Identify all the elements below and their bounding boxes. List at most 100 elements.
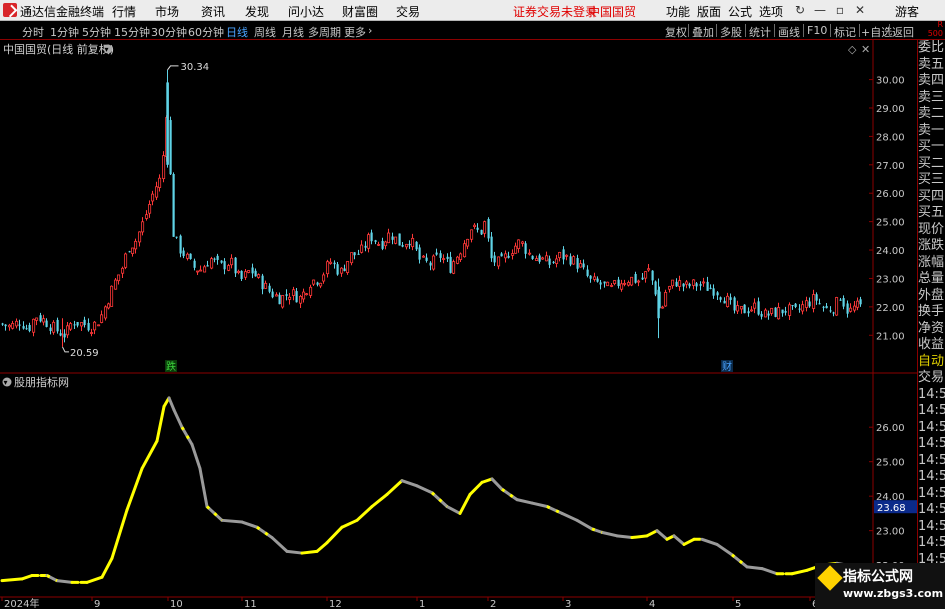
menu-item-functions[interactable]: 功能 — [666, 3, 690, 20]
candle-body — [278, 294, 281, 305]
minimize-icon[interactable]: — — [812, 2, 828, 18]
indicator-segment — [490, 477, 504, 491]
candle-body — [66, 325, 70, 336]
adjust-button[interactable]: 复权 — [665, 24, 687, 40]
candle-body — [620, 283, 624, 290]
trade-login-notice[interactable]: 证券交易未登录 — [513, 3, 597, 20]
statistics-button[interactable]: 统计 — [749, 24, 771, 40]
back-button[interactable]: 返回 — [892, 24, 914, 40]
close-icon[interactable]: ✕ — [852, 2, 868, 18]
candle-body — [394, 236, 398, 244]
date-axis-label: 12 — [329, 599, 342, 609]
multi-stock-button[interactable]: 多股 — [720, 24, 742, 40]
quote-field-label: 收益 — [918, 337, 945, 352]
quote-field-label: 换手 — [918, 304, 945, 319]
candle-body — [401, 245, 404, 247]
menu-item-layout[interactable]: 版面 — [697, 3, 721, 20]
candle-body — [100, 314, 104, 323]
candle-body — [275, 294, 279, 297]
overlay-button[interactable]: 叠加 — [692, 24, 714, 40]
period-daily[interactable]: 日线 — [226, 24, 248, 40]
quote-field-label: 卖二 — [918, 106, 945, 121]
indicator-segment — [325, 525, 344, 545]
period-monthly[interactable]: 月线 — [282, 24, 304, 40]
candle-body — [538, 255, 541, 262]
chevron-right-icon[interactable]: › — [368, 24, 372, 37]
candle-body — [425, 257, 428, 261]
mark-button[interactable]: 标记 — [834, 24, 856, 40]
candle-body — [374, 240, 377, 242]
watermark-title: 指标公式网 — [843, 569, 913, 585]
candle-body — [470, 229, 474, 240]
restore-icon[interactable]: ▫ — [832, 2, 848, 18]
candle-body — [121, 267, 125, 274]
period-1min[interactable]: 1分钟 — [50, 24, 79, 40]
candle-body — [69, 323, 73, 330]
candle-body — [45, 320, 48, 327]
candle-body — [637, 280, 641, 283]
indicator-segment — [220, 518, 244, 524]
collapse-icon[interactable]: ◇ — [848, 43, 857, 56]
candle-body — [452, 261, 456, 274]
add-watchlist-button[interactable]: +自选 — [861, 24, 892, 40]
menu-item-ask[interactable]: 问小达 — [288, 3, 324, 20]
period-intraday[interactable]: 分时 — [22, 24, 44, 40]
candle-body — [391, 236, 394, 240]
candle-body — [1, 323, 4, 325]
candle-body — [110, 285, 114, 307]
menu-item-formula[interactable]: 公式 — [728, 3, 752, 20]
candle-body — [234, 257, 237, 274]
menu-item-market[interactable]: 市场 — [155, 3, 179, 20]
quote-field-label: 14:56 — [918, 469, 945, 484]
candle-body — [599, 282, 602, 285]
menu-item-wealth[interactable]: 财富圈 — [342, 3, 378, 20]
period-more[interactable]: 更多 — [344, 24, 366, 40]
candle-body — [801, 304, 805, 312]
menu-item-quotes[interactable]: 行情 — [112, 3, 136, 20]
toolbar-divider — [830, 24, 831, 37]
chart-canvas[interactable]: 中国国贸(日线 前复权) ▾ ◇ ✕ 21.0022.0023.0024.002… — [0, 40, 917, 609]
candle-body — [432, 255, 436, 270]
price-axis-label: 28.00 — [876, 132, 905, 143]
indicator-segment — [198, 467, 209, 509]
menu-item-news[interactable]: 资讯 — [201, 3, 225, 20]
period-weekly[interactable]: 周线 — [254, 24, 276, 40]
candle-body — [343, 268, 346, 272]
indicator-segment — [575, 518, 594, 531]
refresh-icon[interactable]: ↻ — [792, 2, 808, 18]
draw-line-button[interactable]: 画线 — [778, 24, 800, 40]
period-15min[interactable]: 15分钟 — [114, 24, 150, 40]
candle-body — [63, 333, 66, 338]
menu-item-discover[interactable]: 发现 — [245, 3, 269, 20]
candle-body — [73, 324, 76, 326]
candle-body — [661, 306, 665, 309]
indicator-segment — [110, 508, 129, 560]
candle-body — [257, 274, 261, 278]
candle-body — [285, 294, 288, 296]
quote-field-label: 卖三 — [918, 89, 945, 105]
candle-body — [254, 270, 257, 277]
candle-body — [760, 313, 763, 317]
candle-body — [281, 295, 285, 308]
period-5min[interactable]: 5分钟 — [82, 24, 111, 40]
toolbar-divider — [889, 24, 890, 37]
candle-body — [148, 204, 152, 214]
candle-body — [151, 193, 155, 202]
indicator-segment — [600, 530, 619, 538]
indicator-segment — [760, 567, 779, 576]
period-60min[interactable]: 60分钟 — [188, 24, 224, 40]
price-axis-label: 26.00 — [876, 189, 905, 200]
candle-body — [504, 253, 508, 259]
candle-body — [172, 173, 175, 237]
close-pane-icon[interactable]: ✕ — [861, 43, 870, 56]
menu-item-options[interactable]: 选项 — [759, 3, 783, 20]
menu-item-trade[interactable]: 交易 — [396, 3, 420, 20]
candle-body — [733, 297, 736, 311]
period-30min[interactable]: 30分钟 — [151, 24, 187, 40]
f10-button[interactable]: F10 — [807, 24, 827, 37]
period-multi[interactable]: 多周期 — [308, 24, 341, 40]
guest-label[interactable]: 游客 — [895, 3, 919, 20]
candle-body — [794, 303, 797, 307]
watermark-url: www.zbgs3.com — [843, 587, 944, 600]
candle-body — [726, 295, 730, 308]
